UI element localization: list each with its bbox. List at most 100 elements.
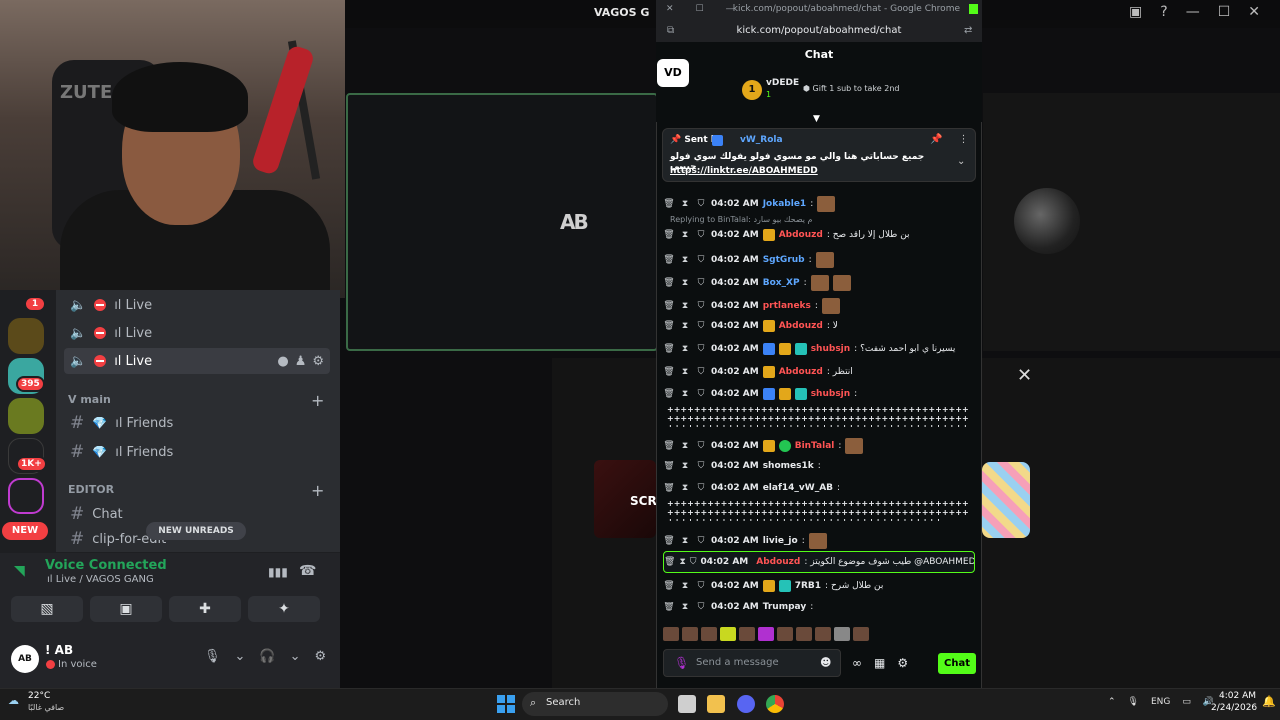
chat-message[interactable]: 🗑 ⧗ ⛉ 04:02 AM Box_XP: bbox=[663, 275, 975, 291]
pinned-link[interactable]: https://linktr.ee/ABOAHMEDD bbox=[670, 166, 818, 176]
timeout-icon[interactable]: ⧗ bbox=[679, 301, 691, 311]
minimize-icon[interactable]: — bbox=[1186, 4, 1200, 20]
timeout-icon[interactable]: ⧗ bbox=[679, 199, 691, 209]
chat-message[interactable]: 🗑 ⧗ ⛉ 04:02 AM Abdouzd: طيب شوف موضوع الكويت… bbox=[663, 551, 975, 573]
microphone-icon[interactable]: 🎙 bbox=[674, 656, 689, 670]
trash-icon[interactable]: 🗑 bbox=[663, 344, 675, 354]
trash-icon[interactable]: 🗑 bbox=[663, 461, 675, 471]
timeout-icon[interactable]: ⧗ bbox=[679, 278, 691, 288]
timeout-icon[interactable]: ⧗ bbox=[679, 230, 691, 240]
trash-icon[interactable]: 🗑 bbox=[663, 389, 675, 399]
chat-message[interactable]: 🗑 ⧗ ⛉ 04:02 AM Abdouzd: انتظر bbox=[663, 366, 975, 378]
trash-icon[interactable]: 🗑 bbox=[663, 441, 675, 451]
discord-icon[interactable] bbox=[737, 695, 755, 713]
voice-channel[interactable]: 🔈 ıl Live bbox=[64, 320, 330, 346]
more-icon[interactable]: ⋮ bbox=[958, 134, 968, 145]
send-chat-button[interactable]: Chat bbox=[938, 653, 976, 674]
trash-icon[interactable]: 🗑 bbox=[663, 367, 675, 377]
shield-icon[interactable]: ⛉ bbox=[690, 557, 697, 567]
close-icon[interactable]: ✕ bbox=[1017, 365, 1032, 386]
close-icon[interactable]: ✕ bbox=[666, 4, 674, 14]
notification-icon[interactable]: 🔔 bbox=[1262, 695, 1276, 708]
category-header[interactable]: EDITOR bbox=[68, 483, 114, 496]
clock-time[interactable]: 4:02 AM bbox=[1218, 691, 1256, 701]
close-icon[interactable]: ✕ bbox=[1248, 4, 1260, 20]
shield-icon[interactable]: ⛉ bbox=[695, 344, 707, 354]
emote[interactable] bbox=[720, 627, 736, 641]
new-pill[interactable]: NEW bbox=[2, 522, 48, 540]
channel-logo[interactable]: VD bbox=[657, 59, 689, 87]
settings-icon[interactable]: ⚙ bbox=[315, 649, 327, 664]
trash-icon[interactable]: 🗑 bbox=[664, 557, 675, 567]
add-channel-icon[interactable]: + bbox=[311, 481, 324, 500]
kicks-icon[interactable]: ∞ bbox=[852, 656, 862, 670]
message-username[interactable]: elaf14_vW_AB bbox=[763, 483, 833, 493]
collapse-icon[interactable]: ▼ bbox=[813, 114, 820, 124]
language-indicator[interactable]: ENG bbox=[1151, 697, 1170, 707]
tune-icon[interactable]: ⇄ bbox=[964, 25, 972, 36]
message-username[interactable]: Abdouzd bbox=[779, 230, 823, 240]
clock-date[interactable]: 2/24/2026 bbox=[1211, 703, 1257, 713]
shield-icon[interactable]: ⛉ bbox=[695, 441, 707, 451]
chat-message[interactable]: 🗑 ⧗ ⛉ 04:02 AM shubsjn: bbox=[663, 388, 975, 400]
maximize-icon[interactable]: ☐ bbox=[1218, 4, 1231, 20]
emote[interactable] bbox=[739, 627, 755, 641]
message-username[interactable]: SgtGrub bbox=[763, 255, 805, 265]
chat-message[interactable]: 🗑 ⧗ ⛉ 04:02 AM elaf14_vW_AB: bbox=[663, 483, 975, 493]
chat-message[interactable]: 🗑 ⧗ ⛉ 04:02 AM prtlaneks: bbox=[663, 298, 975, 314]
microphone-icon[interactable]: 🎙 bbox=[1128, 697, 1139, 707]
trash-icon[interactable]: 🗑 bbox=[663, 230, 675, 240]
trash-icon[interactable]: 🗑 bbox=[663, 199, 675, 209]
trash-icon[interactable]: 🗑 bbox=[663, 321, 675, 331]
shield-icon[interactable]: ⛉ bbox=[695, 536, 707, 546]
message-username[interactable]: 7RB1 bbox=[795, 581, 821, 591]
shield-icon[interactable]: ⛉ bbox=[695, 461, 707, 471]
shield-icon[interactable]: ⛉ bbox=[695, 602, 707, 612]
weather-temp[interactable]: 22°C bbox=[28, 691, 50, 701]
reply-preview[interactable]: Replying to BinTalal: م يصحك بيو سارد bbox=[670, 215, 812, 224]
chat-icon[interactable]: ● bbox=[277, 354, 288, 369]
trash-icon[interactable]: 🗑 bbox=[663, 483, 675, 493]
stream-tile[interactable] bbox=[346, 93, 658, 351]
minimize-icon[interactable]: — bbox=[726, 4, 735, 14]
message-username[interactable]: livie_jo bbox=[763, 536, 798, 546]
timeout-icon[interactable]: ⧗ bbox=[679, 483, 691, 493]
unpin-icon[interactable]: 📌 bbox=[930, 134, 942, 145]
shield-icon[interactable]: ⛉ bbox=[695, 581, 707, 591]
chat-message[interactable]: 🗑 ⧗ ⛉ 04:02 AM Trumpay: bbox=[663, 602, 975, 612]
text-channel[interactable]: # 💎 ıl Friends bbox=[64, 410, 330, 436]
task-view-icon[interactable] bbox=[678, 695, 696, 713]
server-icon[interactable] bbox=[8, 398, 44, 434]
shield-icon[interactable]: ⛉ bbox=[695, 321, 707, 331]
emote[interactable] bbox=[777, 627, 793, 641]
background-window-controls[interactable]: ▣ ? — ☐ ✕ bbox=[1129, 4, 1260, 20]
timeout-icon[interactable]: ⧗ bbox=[679, 536, 691, 546]
message-username[interactable]: Abdouzd bbox=[779, 321, 823, 331]
network-icon[interactable]: ▭ bbox=[1182, 697, 1191, 707]
taskbar-search[interactable]: Search bbox=[522, 692, 668, 716]
timeout-icon[interactable]: ⧗ bbox=[679, 602, 691, 612]
settings-icon[interactable]: ⚙ bbox=[897, 656, 908, 670]
timeout-icon[interactable]: ⧗ bbox=[679, 255, 691, 265]
camera-off-button[interactable]: ▧ bbox=[11, 596, 83, 622]
chevron-down-icon[interactable]: ⌄ bbox=[235, 649, 246, 664]
trash-icon[interactable]: 🗑 bbox=[663, 255, 675, 265]
server-icon[interactable] bbox=[8, 318, 44, 354]
emote[interactable] bbox=[834, 627, 850, 641]
timeout-icon[interactable]: ⧗ bbox=[679, 367, 691, 377]
chat-message[interactable]: 🗑 ⧗ ⛉ 04:02 AM SgtGrub: bbox=[663, 252, 975, 268]
chat-message[interactable]: 🗑 ⧗ ⛉ 04:02 AM Abdouzd: لا bbox=[663, 320, 975, 332]
chat-message[interactable]: 🗑 ⧗ ⛉ 04:02 AM 7RB1: بن طلال شرح bbox=[663, 580, 975, 592]
headphones-icon[interactable]: 🎧 bbox=[259, 649, 275, 664]
chat-message[interactable]: 🗑 ⧗ ⛉ 04:02 AM Abdouzd: بن طلال إلا راقد صح bbox=[663, 229, 975, 241]
noise-suppression-icon[interactable]: ▮▮▮ bbox=[268, 565, 288, 579]
emote[interactable] bbox=[853, 627, 869, 641]
message-username[interactable]: Trumpay bbox=[763, 602, 806, 612]
timeout-icon[interactable]: ⧗ bbox=[679, 557, 685, 567]
address-bar[interactable]: kick.com/popout/aboahmed/chat bbox=[656, 20, 982, 42]
file-explorer-icon[interactable] bbox=[707, 695, 725, 713]
add-member-icon[interactable]: ♟ bbox=[295, 354, 307, 369]
message-username[interactable]: shubsjn bbox=[811, 344, 850, 354]
message-username[interactable]: Box_XP bbox=[763, 278, 800, 288]
chrome-icon[interactable] bbox=[766, 695, 784, 713]
